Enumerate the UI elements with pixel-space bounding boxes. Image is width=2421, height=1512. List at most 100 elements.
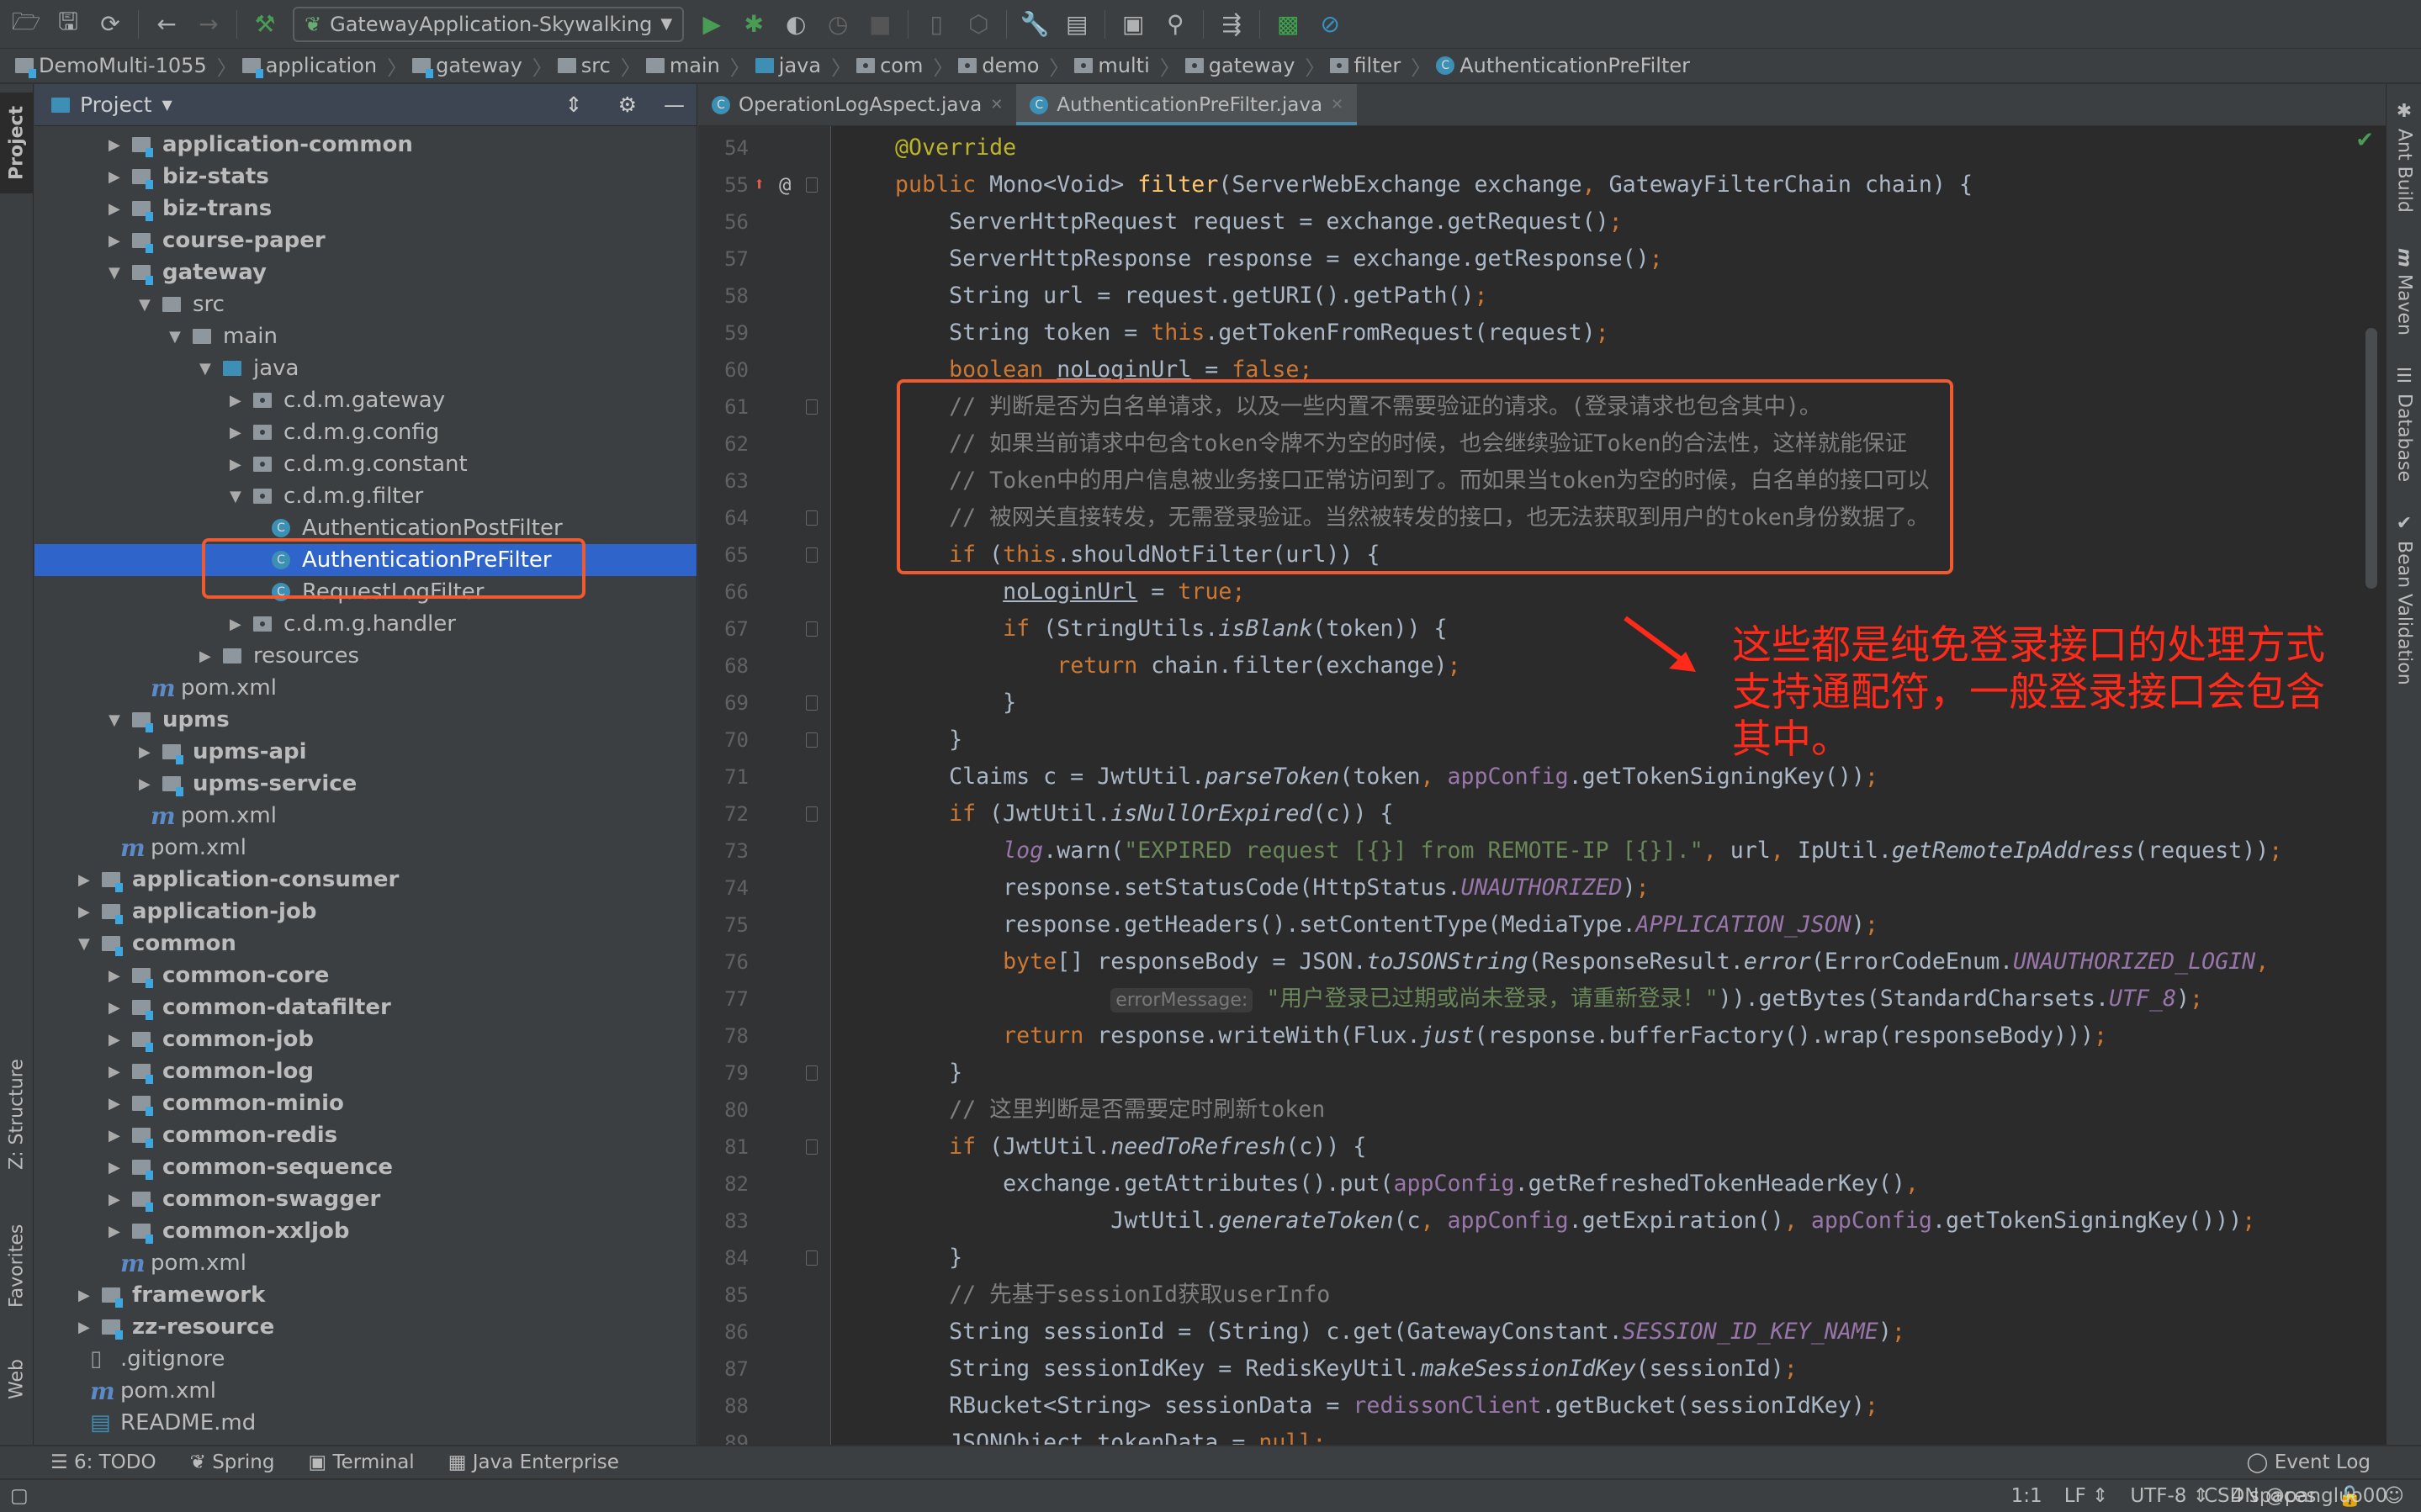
- breadcrumb-item[interactable]: java 〉: [755, 51, 851, 81]
- tree-item[interactable]: m pom.xml: [34, 1247, 697, 1279]
- chevron-right-icon[interactable]: ▶: [139, 775, 162, 793]
- profile-icon[interactable]: ◷: [824, 10, 852, 39]
- chevron-down-icon[interactable]: ▼: [162, 97, 172, 113]
- chevron-down-icon[interactable]: ▼: [109, 264, 132, 282]
- chevron-right-icon[interactable]: ▶: [109, 1031, 132, 1049]
- tree-item[interactable]: ▼ gateway: [34, 256, 697, 288]
- disable-icon[interactable]: ⊘: [1316, 10, 1344, 39]
- tree-item[interactable]: ▼ c.d.m.g.filter: [34, 480, 697, 512]
- toggle-tool-windows-icon[interactable]: ▢: [10, 1485, 29, 1507]
- tree-item[interactable]: m pom.xml: [34, 800, 697, 832]
- tree-item[interactable]: ▶ course-paper: [34, 225, 697, 256]
- chevron-down-icon[interactable]: ▼: [230, 488, 253, 505]
- tree-item[interactable]: ▼ java: [34, 352, 697, 384]
- override-icon[interactable]: ⬆: [754, 167, 765, 204]
- tool-tab-bean-validation[interactable]: ✔ Bean Validation: [2387, 513, 2421, 685]
- chevron-right-icon[interactable]: ▶: [78, 871, 102, 889]
- fold-marker-icon[interactable]: [806, 1065, 818, 1081]
- wrench-icon[interactable]: 🔧: [1020, 10, 1050, 39]
- chevron-right-icon[interactable]: ▶: [109, 1223, 132, 1240]
- run-icon[interactable]: ▶: [697, 10, 726, 39]
- chevron-right-icon[interactable]: ▶: [78, 1319, 102, 1336]
- close-icon[interactable]: ✕: [990, 96, 1003, 114]
- editor-scrollbar[interactable]: [2365, 328, 2377, 589]
- tool-tab-terminal[interactable]: ▣ Terminal: [308, 1451, 414, 1473]
- tree-item[interactable]: ▶ biz-stats: [34, 161, 697, 193]
- tool-tab-spring[interactable]: ❦ Spring: [190, 1451, 275, 1473]
- chevron-right-icon[interactable]: ▶: [78, 1287, 102, 1304]
- chevron-right-icon[interactable]: ▶: [199, 648, 223, 665]
- debug-icon[interactable]: ✱: [739, 10, 768, 39]
- chevron-down-icon[interactable]: ▼: [78, 935, 102, 953]
- tool-tab-project[interactable]: Project: [0, 93, 34, 193]
- chevron-down-icon[interactable]: ▼: [109, 711, 132, 729]
- tool-tab-java-enterprise[interactable]: ▦ Java Enterprise: [448, 1451, 619, 1473]
- chevron-down-icon[interactable]: ▼: [169, 328, 193, 346]
- fold-marker-icon[interactable]: [806, 621, 818, 637]
- deploy-icon[interactable]: ⬡: [964, 10, 993, 39]
- search-icon[interactable]: ⚲: [1161, 10, 1189, 39]
- caret-position[interactable]: 1:1: [2011, 1485, 2042, 1508]
- tree-item[interactable]: ▼ src: [34, 288, 697, 320]
- tree-item[interactable]: ▶ c.d.m.g.config: [34, 416, 697, 448]
- gear-icon[interactable]: ⚙: [618, 93, 637, 117]
- tree-item[interactable]: ▶ common-job: [34, 1023, 697, 1055]
- close-icon[interactable]: ✕: [1331, 96, 1343, 114]
- tool-tab-web[interactable]: Web: [0, 1345, 34, 1413]
- tree-item[interactable]: ▶ framework: [34, 1279, 697, 1311]
- tree-item[interactable]: ▼ upms: [34, 704, 697, 736]
- chevron-right-icon[interactable]: ▶: [139, 743, 162, 761]
- tool-tab-ant-build[interactable]: ✱ Ant Build: [2387, 101, 2421, 213]
- chevron-right-icon[interactable]: ▶: [109, 1095, 132, 1113]
- tree-item[interactable]: ▶ common-redis: [34, 1119, 697, 1151]
- tree-item[interactable]: ▶ common-core: [34, 960, 697, 991]
- chevron-right-icon[interactable]: ▶: [230, 392, 253, 410]
- line-separator[interactable]: LF ⇕: [2064, 1485, 2109, 1508]
- project-view-selector[interactable]: Project: [80, 93, 152, 117]
- fold-marker-icon[interactable]: [806, 732, 818, 748]
- tree-item[interactable]: ▤ README.md: [34, 1407, 697, 1439]
- tool-tab-structure[interactable]: Z: Structure: [0, 1043, 34, 1186]
- project-structure-icon[interactable]: ▤: [1062, 10, 1091, 39]
- breadcrumb-item[interactable]: C AuthenticationPreFilter: [1436, 54, 1690, 77]
- tree-item[interactable]: ▶ c.d.m.gateway: [34, 384, 697, 416]
- tree-item[interactable]: ▶ upms-service: [34, 768, 697, 800]
- tree-item[interactable]: ▶ resources: [34, 640, 697, 672]
- fold-marker-icon[interactable]: [806, 1250, 818, 1266]
- vcs-icon[interactable]: ⇶: [1217, 10, 1246, 39]
- tab-operationlogaspect-java[interactable]: C OperationLogAspect.java ✕: [698, 84, 1016, 125]
- tree-item[interactable]: ▶ common-log: [34, 1055, 697, 1087]
- tree-item[interactable]: ▶ application-common: [34, 129, 697, 161]
- breadcrumb-item[interactable]: DemoMulti-1055 〉: [15, 51, 237, 81]
- breadcrumb-item[interactable]: src 〉: [557, 51, 641, 81]
- chevron-down-icon[interactable]: ▼: [199, 360, 223, 378]
- chevron-right-icon[interactable]: ▶: [78, 903, 102, 921]
- minimize-icon[interactable]: —: [664, 93, 685, 117]
- file-encoding[interactable]: UTF-8 ⇕: [2130, 1485, 2209, 1508]
- fold-marker-icon[interactable]: [806, 399, 818, 415]
- breadcrumb-item[interactable]: com 〉: [856, 51, 953, 81]
- breadcrumb-item[interactable]: main 〉: [645, 51, 750, 81]
- save-icon[interactable]: 🖫: [54, 8, 82, 39]
- chevron-right-icon[interactable]: ▶: [109, 1127, 132, 1145]
- tool-tab-database[interactable]: ☰ Database: [2387, 366, 2421, 482]
- tree-item[interactable]: ▶ c.d.m.g.constant: [34, 448, 697, 480]
- tab-authenticationprefilter-java[interactable]: C AuthenticationPreFilter.java ✕: [1016, 84, 1358, 125]
- chevron-right-icon[interactable]: ▶: [109, 168, 132, 186]
- fold-marker-icon[interactable]: [806, 510, 818, 526]
- chevron-right-icon[interactable]: ▶: [109, 999, 132, 1017]
- tree-item[interactable]: ▶ c.d.m.g.handler: [34, 608, 697, 640]
- collapse-all-icon[interactable]: ⇕: [565, 93, 583, 117]
- tree-item[interactable]: ▶ common-xxljob: [34, 1215, 697, 1247]
- fold-marker-icon[interactable]: [806, 177, 818, 193]
- tree-item[interactable]: ▼ common: [34, 928, 697, 960]
- breadcrumb-item[interactable]: application 〉: [241, 51, 407, 81]
- monitor-icon[interactable]: ▩: [1274, 10, 1302, 39]
- chevron-right-icon[interactable]: ▶: [230, 424, 253, 441]
- tree-item[interactable]: ▶ common-datafilter: [34, 991, 697, 1023]
- tree-item[interactable]: m pom.xml: [34, 832, 697, 864]
- fold-marker-icon[interactable]: [806, 547, 818, 563]
- chevron-right-icon[interactable]: ▶: [109, 1063, 132, 1081]
- chevron-right-icon[interactable]: ▶: [230, 616, 253, 633]
- tool-tab-todo[interactable]: ☰ 6: TODO: [50, 1451, 156, 1473]
